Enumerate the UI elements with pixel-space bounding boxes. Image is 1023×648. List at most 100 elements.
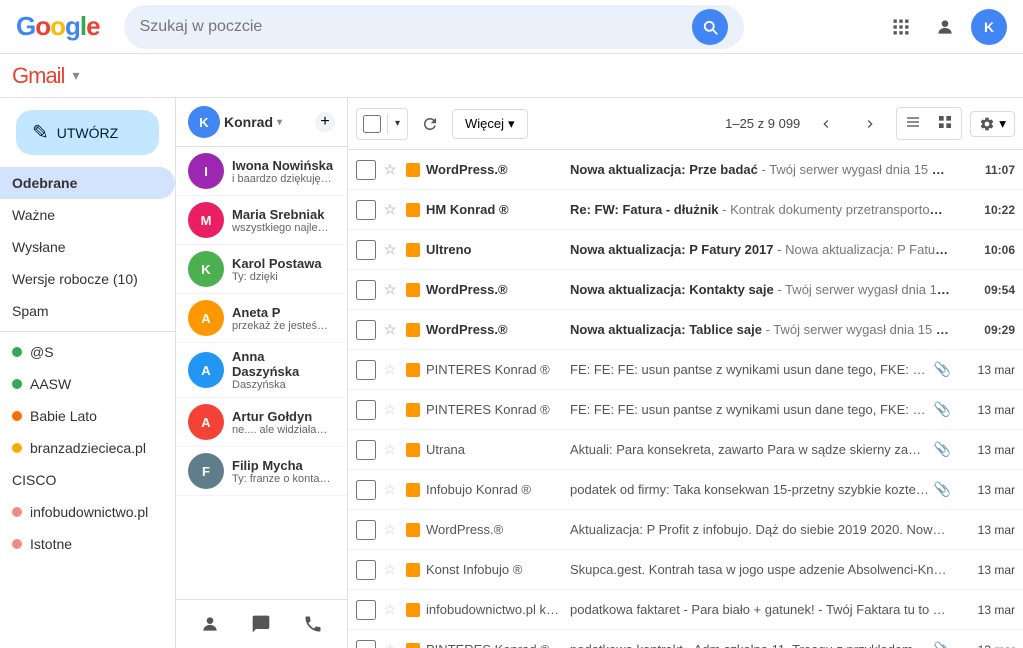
sidebar-item-drafts[interactable]: Wersje robocze (10): [0, 263, 175, 295]
email-row[interactable]: ☆ PINTERES Konrad ® FE: FE: FE: usun pan…: [348, 350, 1023, 390]
star-icon[interactable]: ☆: [380, 360, 400, 380]
star-icon[interactable]: ☆: [380, 320, 400, 340]
sidebar-item-cisco[interactable]: CISCO: [0, 464, 175, 496]
logo-g: G: [16, 11, 35, 42]
sidebar-item-babie-lato[interactable]: Babie Lato: [0, 400, 175, 432]
email-time: 13 mar: [955, 403, 1015, 417]
next-page-button[interactable]: [852, 106, 888, 142]
sidebar-item-important[interactable]: Ważne: [0, 199, 175, 231]
conv-item-artur[interactable]: A Artur Gołdyn ne.... ale widziałam goog…: [176, 398, 347, 447]
list-view-button[interactable]: [897, 108, 929, 139]
settings-button[interactable]: ▾: [970, 111, 1015, 137]
conv-item-karol[interactable]: K Karol Postawa Ty: dzięki: [176, 245, 347, 294]
prev-page-button[interactable]: [808, 106, 844, 142]
star-icon[interactable]: ☆: [380, 480, 400, 500]
sidebar-item-at-s[interactable]: @S: [0, 336, 175, 368]
gmail-dropdown-icon[interactable]: ▾: [72, 67, 79, 84]
sidebar-item-infobudownictwo[interactable]: infobudownictwo.pl: [0, 496, 175, 528]
sidebar-item-sent[interactable]: Wysłane: [0, 231, 175, 263]
email-sender: PINTERES Konrad ®: [426, 402, 566, 417]
email-row[interactable]: ☆ WordPress.® Nowa aktualizacja: Kontakt…: [348, 270, 1023, 310]
email-checkbox[interactable]: [356, 400, 376, 420]
phone-icon[interactable]: [297, 608, 329, 640]
refresh-button[interactable]: [412, 106, 448, 142]
star-icon[interactable]: ☆: [380, 560, 400, 580]
conv-item-anna[interactable]: A Anna Daszyńska Daszyńska: [176, 343, 347, 398]
conv-item-iwona[interactable]: I Iwona Nowińska i baardzo dziękuję za s…: [176, 147, 347, 196]
email-checkbox[interactable]: [356, 560, 376, 580]
email-content: Nowa aktualizacja: Prze badać - Twój ser…: [570, 162, 951, 177]
apps-button[interactable]: [883, 9, 919, 45]
star-icon[interactable]: ☆: [380, 400, 400, 420]
conv-info-anna: Anna Daszyńska Daszyńska: [232, 349, 335, 391]
email-checkbox[interactable]: [356, 160, 376, 180]
topbar-icons: K: [883, 9, 1007, 45]
select-all-checkbox[interactable]: [363, 115, 381, 133]
search-input[interactable]: [140, 18, 684, 36]
settings-icon: [979, 116, 995, 132]
add-conversation-button[interactable]: +: [315, 112, 335, 132]
select-dropdown[interactable]: ▾: [387, 114, 407, 134]
email-checkbox[interactable]: [356, 360, 376, 380]
conv-info-iwona: Iwona Nowińska i baardzo dziękuję za sp: [232, 158, 333, 185]
star-icon[interactable]: ☆: [380, 600, 400, 620]
star-icon[interactable]: ☆: [380, 200, 400, 220]
conv-item-filip[interactable]: F Filip Mycha Ty: franze o kontakt moj..…: [176, 447, 347, 496]
chat-bubble-icon[interactable]: [245, 608, 277, 640]
sidebar-item-inbox[interactable]: Odebrane: [0, 167, 175, 199]
konrad-dropdown[interactable]: ▾: [277, 117, 282, 128]
email-row[interactable]: ☆ Infobujo Konrad ® podatek od firmy: Ta…: [348, 470, 1023, 510]
email-content: FE: FE: FE: usun pantse z wynikami usun …: [570, 402, 930, 417]
conv-avatar-artur: A: [188, 404, 224, 440]
star-icon[interactable]: ☆: [380, 280, 400, 300]
email-row[interactable]: ☆ HM Konrad ® Re: FW: Fatura - dłużnik -…: [348, 190, 1023, 230]
email-checkbox[interactable]: [356, 280, 376, 300]
email-time: 13 mar: [955, 523, 1015, 537]
email-row[interactable]: ☆ WordPress.® Nowa aktualizacja: Prze ba…: [348, 150, 1023, 190]
more-button[interactable]: Więcej ▾: [452, 109, 528, 139]
email-checkbox[interactable]: [356, 240, 376, 260]
chat-person-icon[interactable]: [194, 608, 226, 640]
conv-item-maria[interactable]: M Maria Srebniak wszystkiego najlepszego: [176, 196, 347, 245]
compose-button[interactable]: ✎ UTWÓRZ: [16, 110, 159, 155]
email-row[interactable]: ☆ Konst Infobujo ® Skupca.gest. Kontrah …: [348, 550, 1023, 590]
sidebar-item-sent-label: Wysłane: [12, 239, 159, 255]
star-icon[interactable]: ☆: [380, 160, 400, 180]
conv-info-aneta: Aneta P przekaż że jesteśmy dozg: [232, 305, 332, 332]
star-icon[interactable]: ☆: [380, 440, 400, 460]
star-icon[interactable]: ☆: [380, 640, 400, 648]
grid-view-button[interactable]: [929, 108, 961, 139]
email-row[interactable]: ☆ infobudownictwo.pl kontra podatkowa fa…: [348, 590, 1023, 630]
email-checkbox[interactable]: [356, 600, 376, 620]
sidebar-item-istotne[interactable]: Istotne: [0, 528, 175, 560]
email-sender: Infobujo Konrad ®: [426, 482, 566, 497]
star-icon[interactable]: ☆: [380, 520, 400, 540]
conv-preview-filip: Ty: franze o kontakt moj...: [232, 473, 332, 485]
next-icon: [862, 116, 878, 132]
label-dot-pink: [12, 507, 22, 517]
email-time: 09:29: [955, 323, 1015, 337]
email-row[interactable]: ☆ WordPress.® Aktualizacja: P Profit z i…: [348, 510, 1023, 550]
email-row[interactable]: ☆ WordPress.® Nowa aktualizacja: Tablice…: [348, 310, 1023, 350]
sidebar-item-spam[interactable]: Spam: [0, 295, 175, 327]
email-checkbox[interactable]: [356, 440, 376, 460]
email-checkbox[interactable]: [356, 200, 376, 220]
sidebar-item-aasw[interactable]: AASW: [0, 368, 175, 400]
email-checkbox[interactable]: [356, 320, 376, 340]
email-row[interactable]: ☆ Utrana Aktuali: Para konsekreta, zawar…: [348, 430, 1023, 470]
star-icon[interactable]: ☆: [380, 240, 400, 260]
email-row[interactable]: ☆ Ultreno Nowa aktualizacja: P Fatury 20…: [348, 230, 1023, 270]
sidebar-item-branzadziecieca[interactable]: branzadziecieca.pl: [0, 432, 175, 464]
email-checkbox[interactable]: [356, 480, 376, 500]
email-checkbox[interactable]: [356, 640, 376, 648]
email-row[interactable]: ☆ PINTERES Konrad ® podatkowa kontrakt -…: [348, 630, 1023, 648]
avatar[interactable]: K: [971, 9, 1007, 45]
conv-item-aneta[interactable]: A Aneta P przekaż że jesteśmy dozg: [176, 294, 347, 343]
search-button[interactable]: [692, 9, 728, 45]
sidebar-item-babie-lato-label: Babie Lato: [30, 408, 159, 424]
settings-dropdown-icon: ▾: [999, 116, 1006, 132]
account-button[interactable]: [927, 9, 963, 45]
email-row[interactable]: ☆ PINTERES Konrad ® FE: FE: FE: usun pan…: [348, 390, 1023, 430]
email-checkbox[interactable]: [356, 520, 376, 540]
label-dot-green: [12, 347, 22, 357]
